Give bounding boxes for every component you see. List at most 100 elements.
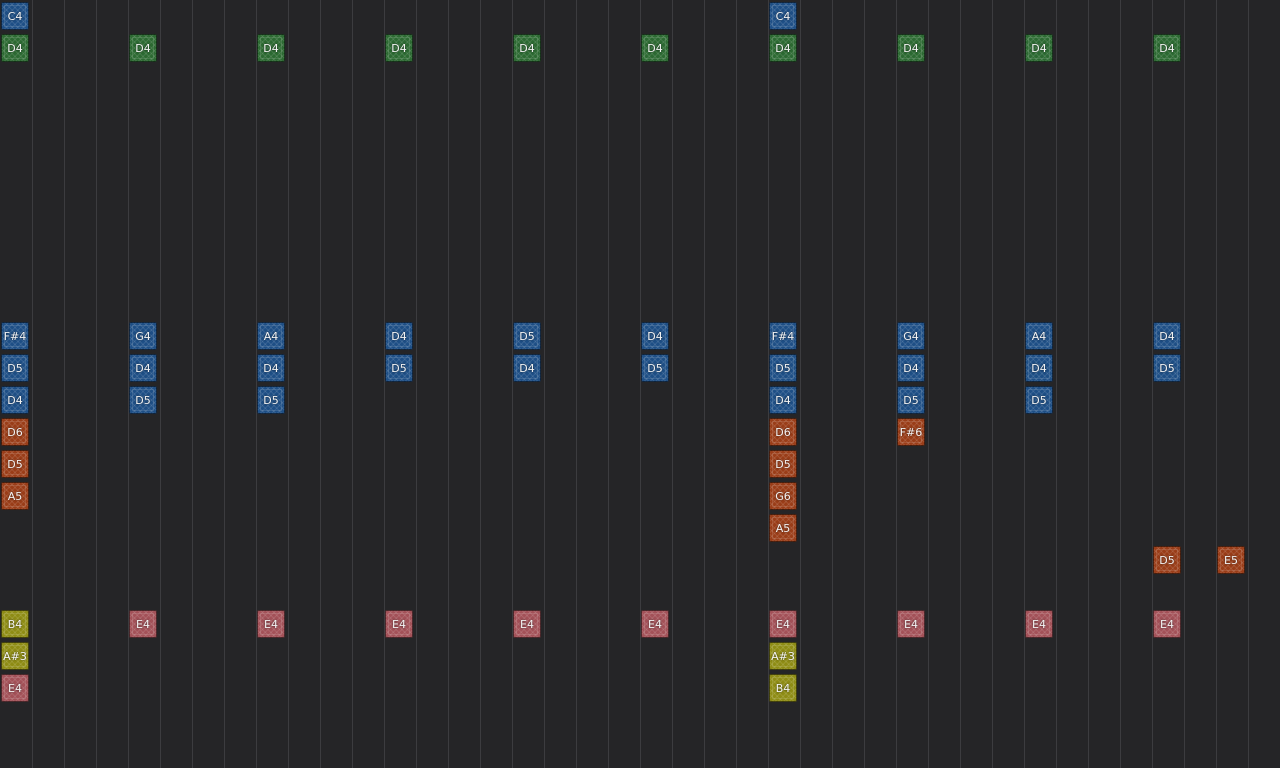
note-block[interactable]: B4 [1,610,29,638]
note-block[interactable]: D4 [769,386,797,414]
note-block[interactable]: E4 [1153,610,1181,638]
grid-column-divider [128,0,129,768]
grid-column-divider [608,0,609,768]
note-block[interactable]: D4 [257,354,285,382]
note-block[interactable]: D4 [385,322,413,350]
grid-column-divider [1024,0,1025,768]
note-block[interactable]: D6 [769,418,797,446]
note-block[interactable]: C4 [769,2,797,30]
note-block[interactable]: D4 [513,34,541,62]
note-block[interactable]: D4 [1,386,29,414]
note-block[interactable]: D4 [1153,34,1181,62]
note-block[interactable]: E4 [257,610,285,638]
note-block[interactable]: E4 [641,610,669,638]
grid-column-divider [640,0,641,768]
note-block[interactable]: D4 [257,34,285,62]
note-block[interactable]: G4 [897,322,925,350]
grid-column-divider [480,0,481,768]
note-block[interactable]: A4 [1025,322,1053,350]
note-block[interactable]: D5 [769,450,797,478]
note-block[interactable]: D5 [129,386,157,414]
grid-column-divider [736,0,737,768]
note-block[interactable]: D5 [513,322,541,350]
note-block[interactable]: A4 [257,322,285,350]
grid-column-divider [704,0,705,768]
grid-column-divider [576,0,577,768]
note-block[interactable]: D4 [897,354,925,382]
note-block[interactable]: G6 [769,482,797,510]
note-block[interactable]: E4 [1025,610,1053,638]
note-block[interactable]: D5 [1025,386,1053,414]
note-block[interactable]: D4 [641,34,669,62]
note-block[interactable]: G4 [129,322,157,350]
grid-column-divider [192,0,193,768]
note-block[interactable]: E4 [385,610,413,638]
note-block[interactable]: F#6 [897,418,925,446]
note-block[interactable]: D6 [1,418,29,446]
grid-column-divider [800,0,801,768]
grid-column-divider [1088,0,1089,768]
grid-column-divider [864,0,865,768]
note-block[interactable]: D4 [641,322,669,350]
grid-column-divider [1184,0,1185,768]
note-block[interactable]: E4 [129,610,157,638]
grid-column-divider [544,0,545,768]
note-block[interactable]: D4 [129,354,157,382]
grid-column-divider [896,0,897,768]
note-block[interactable]: A5 [1,482,29,510]
note-block[interactable]: D5 [769,354,797,382]
note-block[interactable]: B4 [769,674,797,702]
note-block[interactable]: D5 [1,450,29,478]
note-block[interactable]: A#3 [1,642,29,670]
grid-column-divider [960,0,961,768]
note-block[interactable]: D4 [385,34,413,62]
grid-column-divider [32,0,33,768]
note-block[interactable]: A5 [769,514,797,542]
note-block[interactable]: C4 [1,2,29,30]
grid-column-divider [448,0,449,768]
note-block[interactable]: D5 [1,354,29,382]
grid-column-divider [832,0,833,768]
note-block[interactable]: D5 [1153,354,1181,382]
grid-column-divider [1120,0,1121,768]
note-block[interactable]: D4 [1025,354,1053,382]
note-block[interactable]: D4 [513,354,541,382]
note-block[interactable]: F#4 [769,322,797,350]
note-block[interactable]: D5 [897,386,925,414]
note-block[interactable]: D4 [1025,34,1053,62]
grid-column-divider [224,0,225,768]
note-block[interactable]: E4 [897,610,925,638]
note-block[interactable]: D5 [1153,546,1181,574]
grid-column-divider [1248,0,1249,768]
grid-column-divider [256,0,257,768]
grid-column-divider [1216,0,1217,768]
grid-column-divider [992,0,993,768]
note-block[interactable]: E5 [1217,546,1245,574]
grid-column-divider [384,0,385,768]
note-block[interactable]: D4 [1153,322,1181,350]
grid-column-divider [288,0,289,768]
note-block[interactable]: A#3 [769,642,797,670]
note-block[interactable]: D4 [897,34,925,62]
grid-column-divider [416,0,417,768]
grid-column-divider [512,0,513,768]
note-block[interactable]: D4 [1,34,29,62]
note-block[interactable]: D4 [129,34,157,62]
note-block[interactable]: F#4 [1,322,29,350]
note-block[interactable]: D5 [257,386,285,414]
note-block[interactable]: E4 [769,610,797,638]
grid-column-divider [928,0,929,768]
note-block[interactable]: D5 [385,354,413,382]
grid-column-divider [160,0,161,768]
grid-column-divider [352,0,353,768]
note-block[interactable]: E4 [513,610,541,638]
grid-column-divider [64,0,65,768]
sequencer-grid[interactable]: C4 C4 D4 D4 D4 D4 D4 D4 D4 D4 D4 D4 F#4 G4 A4 D4 D5 D4 F#4… [0,0,1280,768]
grid-column-divider [672,0,673,768]
grid-column-divider [1152,0,1153,768]
note-block[interactable]: D5 [641,354,669,382]
note-block[interactable]: D4 [769,34,797,62]
grid-column-divider [1056,0,1057,768]
note-block[interactable]: E4 [1,674,29,702]
grid-column-divider [320,0,321,768]
